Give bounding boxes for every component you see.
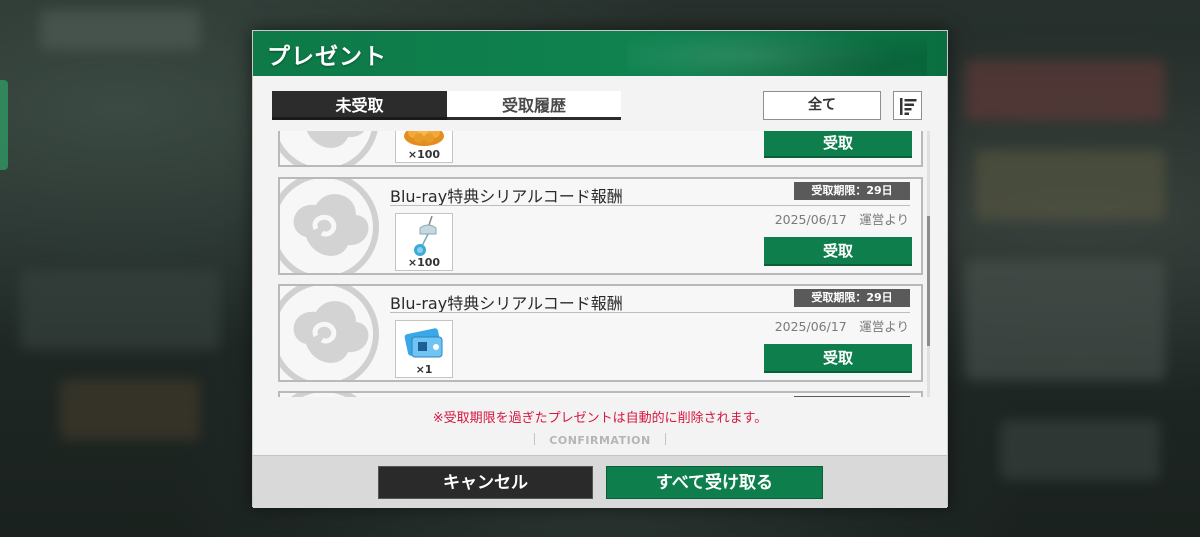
receive-button[interactable]: 受取	[764, 131, 912, 158]
dialog-header: プレゼント	[253, 31, 947, 76]
cloud-emblem-icon	[280, 131, 378, 165]
scrollbar-thumb[interactable]	[927, 216, 930, 346]
item-title: Blu-ray特典シリアルコード報酬	[390, 294, 623, 313]
tab-receive-history[interactable]: 受取履歴	[447, 91, 621, 120]
cloud-emblem-icon	[280, 286, 379, 380]
list-item: Blu-ray特典シリアルコード報酬 受取期限：29日 2025/06/17 運…	[278, 177, 923, 275]
wind-chime-icon	[414, 215, 437, 256]
reward-quantity: ×1	[415, 363, 433, 376]
list-item: ×100 受取	[278, 131, 923, 167]
cancel-button[interactable]: キャンセル	[378, 466, 593, 499]
present-list[interactable]: ×100 受取 Blu-ray特典シリアルコード報酬 受取期限：29日 2025…	[278, 131, 925, 397]
sort-button[interactable]	[893, 91, 922, 120]
ticket-icon	[404, 328, 443, 358]
list-item	[278, 391, 923, 397]
receive-button[interactable]: 受取	[764, 344, 912, 373]
dialog-footer: キャンセル すべて受け取る	[253, 455, 947, 508]
reward-icon-box: ×100	[395, 131, 453, 163]
reward-icon-box: ×1	[395, 320, 453, 378]
confirmation-label: CONFIRMATION	[253, 433, 947, 447]
filter-button[interactable]: 全て	[763, 91, 881, 120]
dialog-title: プレゼント	[267, 44, 387, 70]
item-date: 2025/06/17 運営より	[774, 319, 909, 334]
receive-all-button[interactable]: すべて受け取る	[606, 466, 823, 499]
list-item: Blu-ray特典シリアルコード報酬 受取期限：29日 2025/06/17 運…	[278, 284, 923, 382]
tab-unreceived[interactable]: 未受取	[272, 91, 447, 120]
reward-quantity: ×100	[407, 256, 441, 269]
item-title: Blu-ray特典シリアルコード報酬	[390, 187, 623, 206]
receive-button[interactable]: 受取	[764, 237, 912, 266]
expiry-notice: ※受取期限を過ぎたプレゼントは自動的に削除されます。	[432, 411, 768, 426]
present-dialog: プレゼント 未受取 受取履歴 全て ×100 受取 Blu-ray特典シリアルコ…	[252, 30, 948, 508]
cloud-emblem-icon	[280, 179, 379, 273]
reward-icon-box: ×100	[395, 213, 453, 271]
item-date: 2025/06/17 運営より	[774, 212, 909, 227]
deadline-badge: 受取期限：29日	[794, 182, 910, 200]
cloud-emblem-icon	[291, 393, 357, 397]
sort-icon	[900, 98, 917, 115]
reward-quantity: ×100	[407, 148, 441, 161]
deadline-badge: 受取期限：29日	[794, 289, 910, 307]
